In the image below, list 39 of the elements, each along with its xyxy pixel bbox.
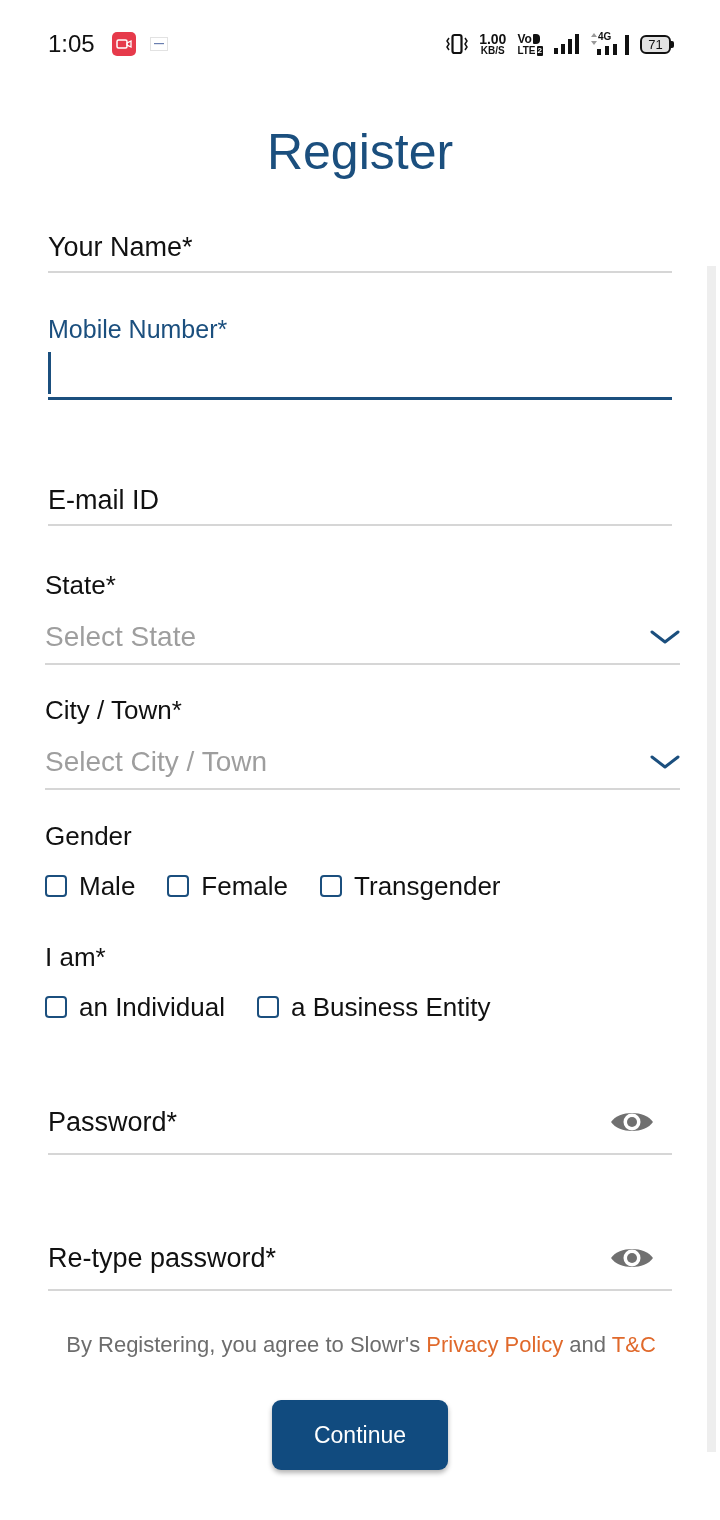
continue-button[interactable]: Continue [272,1400,448,1470]
network-type-text: 4G [598,32,612,42]
vibrate-icon [446,33,469,55]
chevron-down-icon [650,755,680,769]
volte-text: Vo [517,32,532,45]
chevron-down-icon [650,630,680,644]
signal-icon [554,34,580,54]
field-label: City / Town* [45,696,183,724]
password-field[interactable]: Re-type password* [48,1227,672,1291]
sim-tile-icon [532,33,540,44]
checkbox[interactable] [45,996,67,1018]
checkbox-label: an Individual [79,991,225,1023]
text-field[interactable]: Mobile Number* [48,315,672,400]
network-speed-text: 1.00 [479,32,507,46]
field-label: Gender [45,822,133,850]
password-field[interactable]: Password* [48,1091,672,1155]
checkbox-label: Transgender [354,870,501,902]
sim-slot-badge: 2 [536,45,543,56]
video-camera-icon [111,32,136,56]
page-title: Register [265,123,455,182]
checkbox[interactable] [320,875,343,897]
checkbox[interactable] [45,875,67,897]
checkbox[interactable] [257,996,279,1018]
checkbox-label: Male [79,870,136,902]
lte-text: LTE [517,45,536,56]
text-cursor-icon [48,352,51,394]
terms-text: By Registering, you agree to Slowr's Privacy Policy and T&C [65,1332,657,1358]
field-label: I am* [45,943,107,971]
checkbox-label: a Business Entity [291,991,491,1023]
checkbox-label: Female [201,870,289,902]
checkbox[interactable] [167,875,190,897]
status-time: 1:05 [48,30,95,58]
thumbnail-icon [149,37,168,51]
text-field[interactable]: E-mail ID [48,476,672,526]
data-arrows-icon [591,33,597,45]
speed-unit-text: KB/S [480,46,505,56]
battery-indicator: 71 [640,34,674,54]
field-label: State* [45,571,117,599]
text-field[interactable]: Your Name* [48,223,672,273]
